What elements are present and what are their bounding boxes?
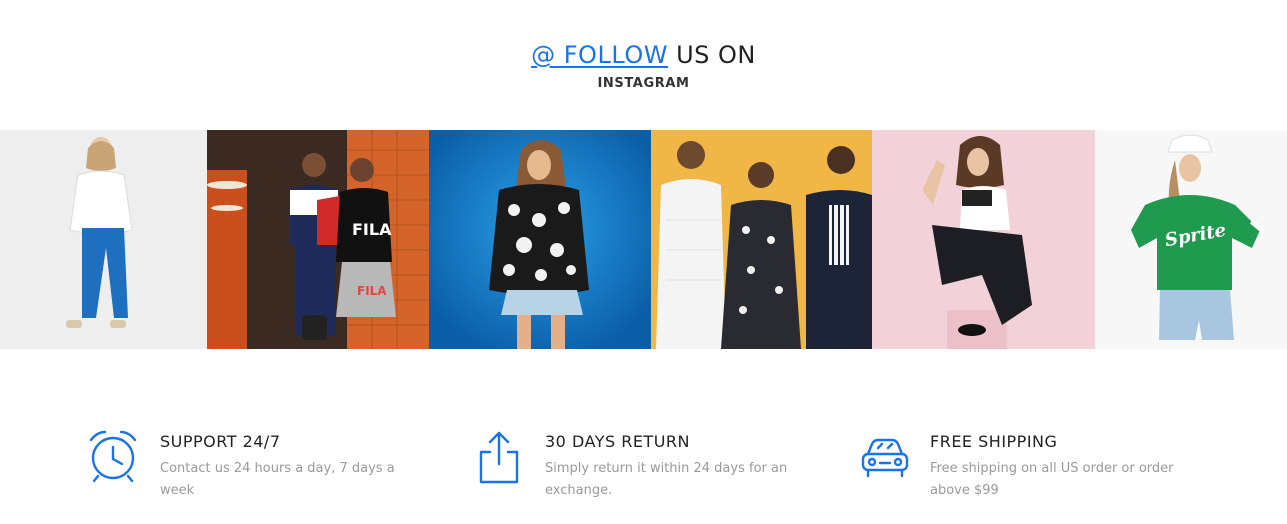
- share-upload-icon: [473, 430, 527, 484]
- instagram-title: @ FOLLOW US ON: [0, 39, 1287, 71]
- instagram-photo-3[interactable]: [429, 130, 651, 349]
- feature-description: Simply return it within 24 days for an e…: [545, 461, 788, 498]
- feature-shipping-text: FREE SHIPPING Free shipping on all US or…: [930, 428, 1180, 502]
- feature-description: Free shipping on all US order or order a…: [930, 461, 1174, 498]
- fila-shirt-text: FILA: [352, 220, 392, 239]
- feature-return: 30 DAYS RETURN Simply return it within 2…: [473, 428, 793, 518]
- car-icon: [858, 430, 912, 484]
- feature-description: Contact us 24 hours a day, 7 days a week: [160, 461, 395, 498]
- instagram-photo-4[interactable]: [651, 130, 872, 349]
- alarm-clock-icon: [88, 430, 142, 484]
- feature-shipping: FREE SHIPPING Free shipping on all US or…: [858, 428, 1178, 518]
- instagram-photo-2[interactable]: FILA FILA: [207, 130, 429, 349]
- feature-return-text: 30 DAYS RETURN Simply return it within 2…: [545, 428, 795, 502]
- feature-title: FREE SHIPPING: [930, 432, 1058, 451]
- title-rest: US ON: [667, 41, 756, 69]
- instagram-subtitle: INSTAGRAM: [597, 76, 690, 91]
- instagram-photo-5[interactable]: [872, 130, 1095, 349]
- features-section: SUPPORT 24/7 Contact us 24 hours a day, …: [0, 428, 1287, 524]
- feature-support: SUPPORT 24/7 Contact us 24 hours a day, …: [88, 428, 408, 518]
- feature-title: SUPPORT 24/7: [160, 432, 281, 451]
- instagram-gallery: FILA FILA Sprite: [0, 130, 1287, 349]
- instagram-heading: @ FOLLOW US ON INSTAGRAM: [0, 39, 1287, 94]
- instagram-photo-1[interactable]: [0, 130, 207, 349]
- fila-skirt-text: FILA: [357, 284, 387, 298]
- instagram-photo-6[interactable]: Sprite: [1095, 130, 1287, 349]
- follow-link[interactable]: @ FOLLOW: [531, 41, 668, 69]
- feature-support-text: SUPPORT 24/7 Contact us 24 hours a day, …: [160, 428, 410, 502]
- feature-title: 30 DAYS RETURN: [545, 432, 690, 451]
